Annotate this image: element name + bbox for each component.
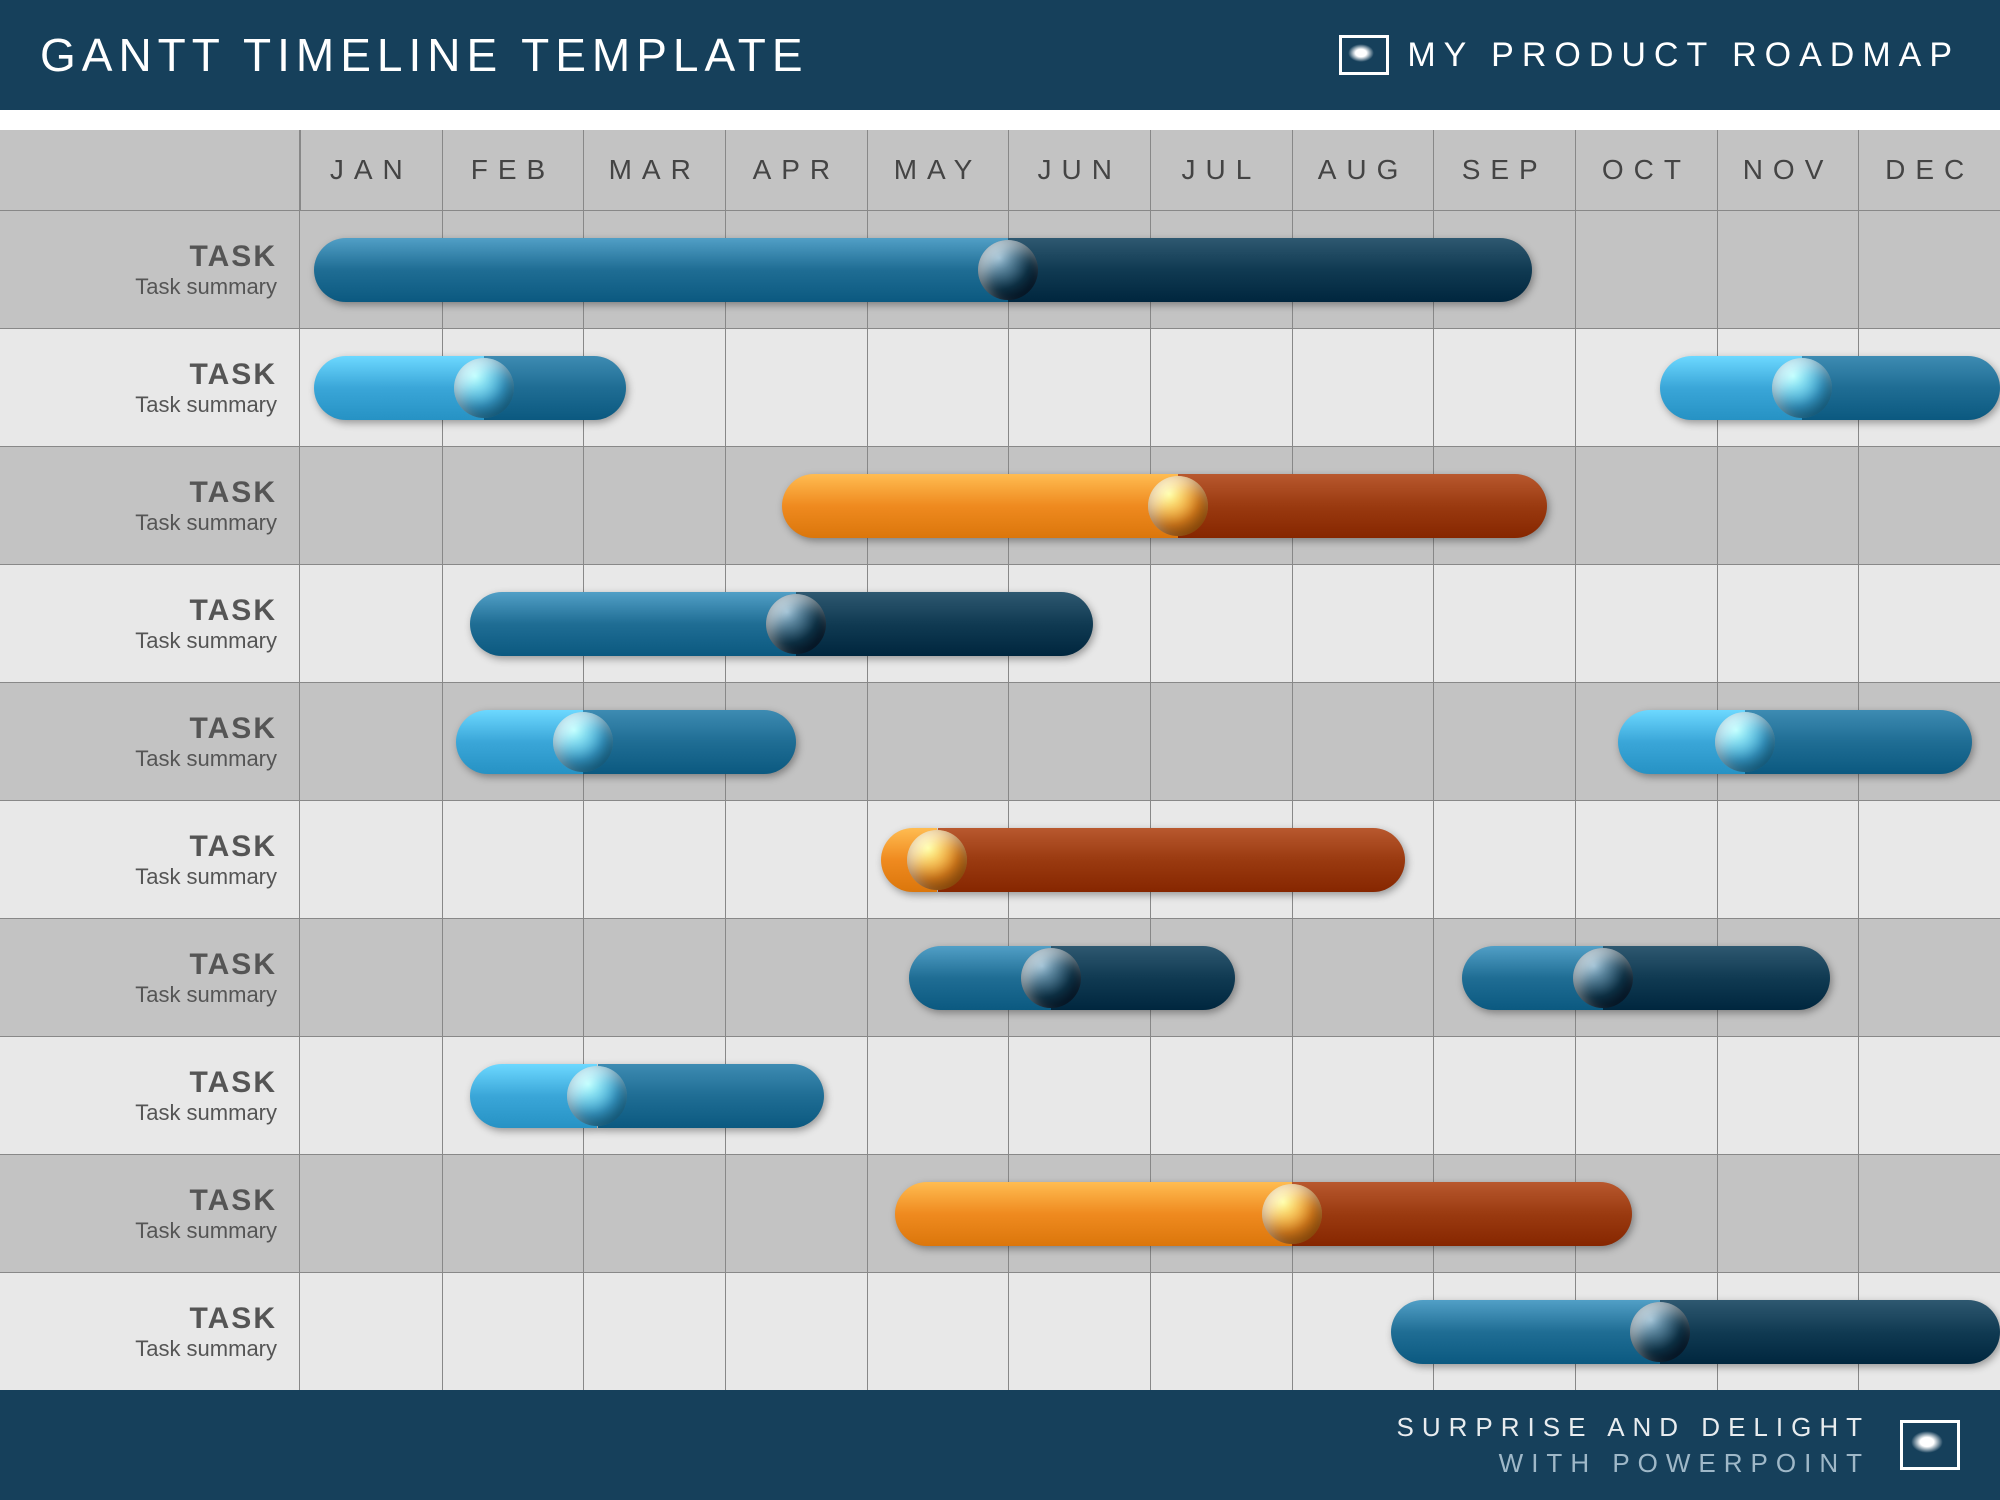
progress-knob-icon <box>1772 358 1832 418</box>
task-row: TASKTask summary <box>0 800 2000 918</box>
month-header-row: JANFEBMARAPRMAYJUNJULAUGSEPOCTNOVDEC <box>0 130 2000 210</box>
month-header-cell: JUN <box>1008 130 1150 210</box>
task-summary: Task summary <box>135 982 277 1008</box>
month-header-cell: NOV <box>1717 130 1859 210</box>
month-header-cell: AUG <box>1292 130 1434 210</box>
task-row: TASKTask summary <box>0 328 2000 446</box>
task-row: TASKTask summary <box>0 564 2000 682</box>
task-summary: Task summary <box>135 392 277 418</box>
progress-knob-icon <box>1715 712 1775 772</box>
task-track <box>300 447 2000 564</box>
task-name: TASK <box>190 594 277 628</box>
task-track <box>300 565 2000 682</box>
brand-icon <box>1900 1420 1960 1470</box>
task-track <box>300 211 2000 328</box>
task-summary: Task summary <box>135 864 277 890</box>
task-track <box>300 329 2000 446</box>
progress-knob-icon <box>1630 1302 1690 1362</box>
task-name: TASK <box>190 948 277 982</box>
gantt-bar <box>1618 710 1972 774</box>
task-name: TASK <box>190 1184 277 1218</box>
brand: MY PRODUCT ROADMAP <box>1339 35 1960 75</box>
task-row: TASKTask summary <box>0 1154 2000 1272</box>
task-row: TASKTask summary <box>0 210 2000 328</box>
task-summary: Task summary <box>135 1336 277 1362</box>
task-summary: Task summary <box>135 1218 277 1244</box>
gantt-chart: JANFEBMARAPRMAYJUNJULAUGSEPOCTNOVDEC TAS… <box>0 130 2000 1390</box>
task-summary: Task summary <box>135 274 277 300</box>
progress-knob-icon <box>553 712 613 772</box>
progress-knob-icon <box>567 1066 627 1126</box>
page-title: GANTT TIMELINE TEMPLATE <box>40 28 809 82</box>
progress-knob-icon <box>1573 948 1633 1008</box>
task-summary: Task summary <box>135 510 277 536</box>
progress-knob-icon <box>766 594 826 654</box>
progress-knob-icon <box>978 240 1038 300</box>
task-name: TASK <box>190 1066 277 1100</box>
gantt-bar <box>782 474 1547 538</box>
task-row: TASKTask summary <box>0 1272 2000 1390</box>
gantt-bar <box>470 592 1093 656</box>
task-row: TASKTask summary <box>0 446 2000 564</box>
header: GANTT TIMELINE TEMPLATE MY PRODUCT ROADM… <box>0 0 2000 110</box>
brand-icon <box>1339 35 1389 75</box>
footer: SURPRISE AND DELIGHT WITH POWERPOINT <box>0 1390 2000 1500</box>
task-name: TASK <box>190 476 277 510</box>
task-name: TASK <box>190 358 277 392</box>
task-track <box>300 919 2000 1036</box>
month-header-cell: OCT <box>1575 130 1717 210</box>
task-track <box>300 1037 2000 1154</box>
task-summary: Task summary <box>135 1100 277 1126</box>
task-track <box>300 1273 2000 1390</box>
gantt-bar <box>909 946 1235 1010</box>
month-header-cell: SEP <box>1433 130 1575 210</box>
month-header-cell: JAN <box>300 130 442 210</box>
task-track <box>300 683 2000 800</box>
gantt-bar <box>881 828 1405 892</box>
progress-knob-icon <box>1021 948 1081 1008</box>
gantt-bar <box>895 1182 1632 1246</box>
task-summary: Task summary <box>135 628 277 654</box>
month-header-cell: FEB <box>442 130 584 210</box>
gantt-bar <box>456 710 796 774</box>
gantt-bar <box>314 356 626 420</box>
month-header-cell: APR <box>725 130 867 210</box>
month-header-cell: DEC <box>1858 130 2000 210</box>
progress-knob-icon <box>1148 476 1208 536</box>
gantt-bar <box>1660 356 2000 420</box>
task-name: TASK <box>190 712 277 746</box>
task-track <box>300 1155 2000 1272</box>
task-name: TASK <box>190 830 277 864</box>
progress-knob-icon <box>454 358 514 418</box>
gantt-bar <box>1462 946 1830 1010</box>
task-track <box>300 801 2000 918</box>
footer-line2: WITH POWERPOINT <box>1396 1445 1870 1481</box>
month-header-cell: MAR <box>583 130 725 210</box>
month-header-cell: JUL <box>1150 130 1292 210</box>
month-header-cell: MAY <box>867 130 1009 210</box>
task-row: TASKTask summary <box>0 1036 2000 1154</box>
task-name: TASK <box>190 240 277 274</box>
gantt-bar <box>1391 1300 2000 1364</box>
gantt-bar <box>470 1064 824 1128</box>
task-row: TASKTask summary <box>0 918 2000 1036</box>
progress-knob-icon <box>1262 1184 1322 1244</box>
task-name: TASK <box>190 1302 277 1336</box>
progress-knob-icon <box>907 830 967 890</box>
task-row: TASKTask summary <box>0 682 2000 800</box>
footer-line1: SURPRISE AND DELIGHT <box>1396 1409 1870 1445</box>
brand-label: MY PRODUCT ROADMAP <box>1407 36 1960 75</box>
gantt-bar <box>314 238 1532 302</box>
task-summary: Task summary <box>135 746 277 772</box>
